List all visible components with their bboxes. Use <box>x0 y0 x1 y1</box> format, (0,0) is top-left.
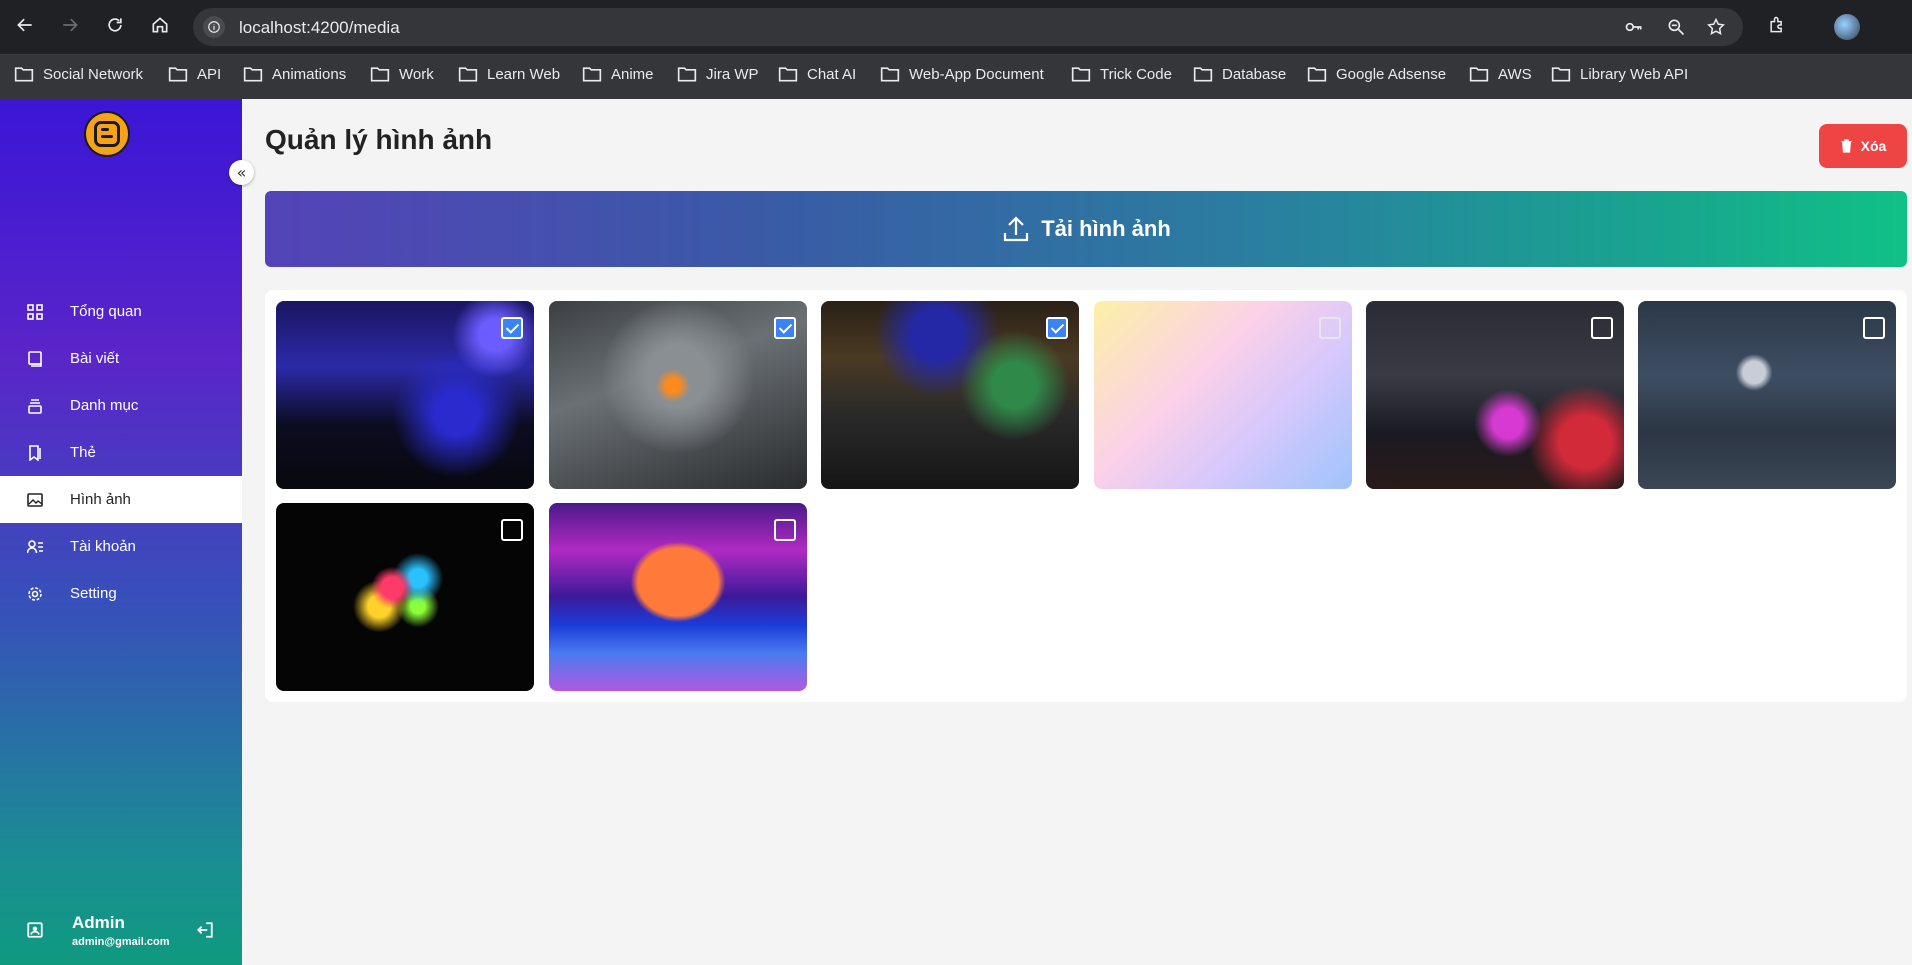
upload-icon <box>1004 216 1029 242</box>
folder-icon <box>1469 67 1489 82</box>
bookmark-star-icon[interactable] <box>1706 17 1726 37</box>
sidebar-item-label: Setting <box>70 585 117 602</box>
folder-icon <box>582 67 602 82</box>
image-tile[interactable] <box>821 301 1079 489</box>
sidebar-item-tags[interactable]: Thẻ <box>0 429 242 476</box>
image-tile[interactable] <box>1638 301 1896 489</box>
image-gallery <box>265 290 1907 702</box>
sidebar-item-overview[interactable]: Tổng quan <box>0 288 242 335</box>
bookmark-folder[interactable]: Trick Code <box>1071 65 1172 83</box>
blogger-icon <box>94 121 120 147</box>
page-title: Quản lý hình ảnh <box>265 124 493 155</box>
folder-icon <box>370 67 390 82</box>
image-checkbox[interactable] <box>1319 317 1341 339</box>
bookmark-folder[interactable]: Jira WP <box>677 65 759 83</box>
browser-toolbar: localhost:4200/media <box>0 0 1912 54</box>
folder-icon <box>14 67 34 82</box>
logout-icon[interactable] <box>196 921 214 939</box>
bookmark-folder[interactable]: Google Adsense <box>1307 65 1446 83</box>
sidebar-item-label: Bài viết <box>70 350 120 367</box>
sidebar-item-label: Tổng quan <box>70 303 142 320</box>
sidebar-item-categories[interactable]: Danh mục <box>0 382 242 429</box>
home-icon[interactable] <box>149 14 171 36</box>
bookmark-folder[interactable]: Work <box>370 65 434 83</box>
folder-icon <box>168 67 188 82</box>
user-profile: Admin admin@gmail.com <box>0 899 242 965</box>
sidebar-item-label: Thẻ <box>70 444 96 461</box>
sidebar-item-accounts[interactable]: Tài khoản <box>0 523 242 570</box>
address-bar[interactable]: localhost:4200/media <box>193 8 1743 46</box>
folder-icon <box>458 67 478 82</box>
image-tile[interactable] <box>549 503 807 691</box>
double-chevron-left-icon: « <box>236 163 247 182</box>
tag-icon <box>26 444 44 462</box>
url-text: localhost:4200/media <box>239 18 400 37</box>
folder-icon <box>1193 67 1213 82</box>
bookmark-folder[interactable]: Animations <box>243 65 346 83</box>
image-checkbox[interactable] <box>1591 317 1613 339</box>
image-icon <box>26 491 44 509</box>
folder-icon <box>1551 67 1571 82</box>
image-tile[interactable] <box>549 301 807 489</box>
bookmark-folder[interactable]: Learn Web <box>458 65 560 83</box>
folder-icon <box>778 67 798 82</box>
folder-icon <box>677 67 697 82</box>
profile-avatar[interactable] <box>1834 14 1860 40</box>
image-tile[interactable] <box>276 503 534 691</box>
bookmark-folder[interactable]: Database <box>1193 65 1286 83</box>
user-list-icon <box>26 538 44 556</box>
sidebar-item-images[interactable]: Hình ảnh <box>0 476 242 523</box>
folder-icon <box>1071 67 1091 82</box>
image-tile[interactable] <box>1094 301 1352 489</box>
image-checkbox[interactable] <box>1863 317 1885 339</box>
upload-images-button[interactable]: Tải hình ảnh <box>265 191 1907 267</box>
collapse-sidebar-button[interactable]: « <box>229 160 254 185</box>
bookmark-folder[interactable]: Library Web API <box>1551 65 1688 83</box>
forward-icon[interactable] <box>59 14 81 36</box>
folder-icon <box>1307 67 1327 82</box>
dashboard-icon <box>26 303 44 321</box>
trash-icon <box>1840 139 1852 153</box>
reload-icon[interactable] <box>104 14 126 36</box>
image-checkbox[interactable] <box>774 317 796 339</box>
delete-button[interactable]: Xóa <box>1819 124 1907 168</box>
bookmark-folder[interactable]: AWS <box>1469 65 1532 83</box>
image-checkbox[interactable] <box>774 519 796 541</box>
bookmark-folder[interactable]: Social Network <box>14 65 143 83</box>
sidebar-item-posts[interactable]: Bài viết <box>0 335 242 382</box>
user-name: Admin <box>72 913 125 932</box>
sidebar-item-label: Tài khoản <box>70 538 136 555</box>
gear-icon <box>26 585 44 603</box>
app-logo[interactable] <box>84 111 130 157</box>
category-icon <box>26 397 44 415</box>
bookmark-folder[interactable]: Chat AI <box>778 65 856 83</box>
sidebar-item-label: Hình ảnh <box>70 491 131 508</box>
sidebar-item-label: Danh mục <box>70 397 139 414</box>
back-icon[interactable] <box>14 14 36 36</box>
user-email: admin@gmail.com <box>72 936 170 948</box>
bookmark-folder[interactable]: Web-App Document <box>880 65 1044 83</box>
site-info-icon[interactable] <box>203 16 225 38</box>
image-checkbox[interactable] <box>1046 317 1068 339</box>
zoom-icon[interactable] <box>1666 17 1686 37</box>
image-tile[interactable] <box>276 301 534 489</box>
bookmark-folder[interactable]: Anime <box>582 65 654 83</box>
user-card-icon <box>27 922 43 938</box>
image-checkbox[interactable] <box>501 317 523 339</box>
image-checkbox[interactable] <box>501 519 523 541</box>
extensions-icon[interactable] <box>1766 14 1788 36</box>
upload-label: Tải hình ảnh <box>1041 216 1171 241</box>
book-icon <box>26 350 44 368</box>
password-key-icon[interactable] <box>1624 17 1644 37</box>
bookmark-folder[interactable]: API <box>168 65 221 83</box>
folder-icon <box>243 67 263 82</box>
sidebar: Tổng quan Bài viết Danh mục Thẻ Hình ảnh… <box>0 99 242 965</box>
sidebar-item-setting[interactable]: Setting <box>0 570 242 617</box>
folder-icon <box>880 67 900 82</box>
delete-label: Xóa <box>1860 138 1887 154</box>
image-tile[interactable] <box>1366 301 1624 489</box>
bookmarks-bar: Social Network API Animations Work Learn… <box>0 54 1912 99</box>
